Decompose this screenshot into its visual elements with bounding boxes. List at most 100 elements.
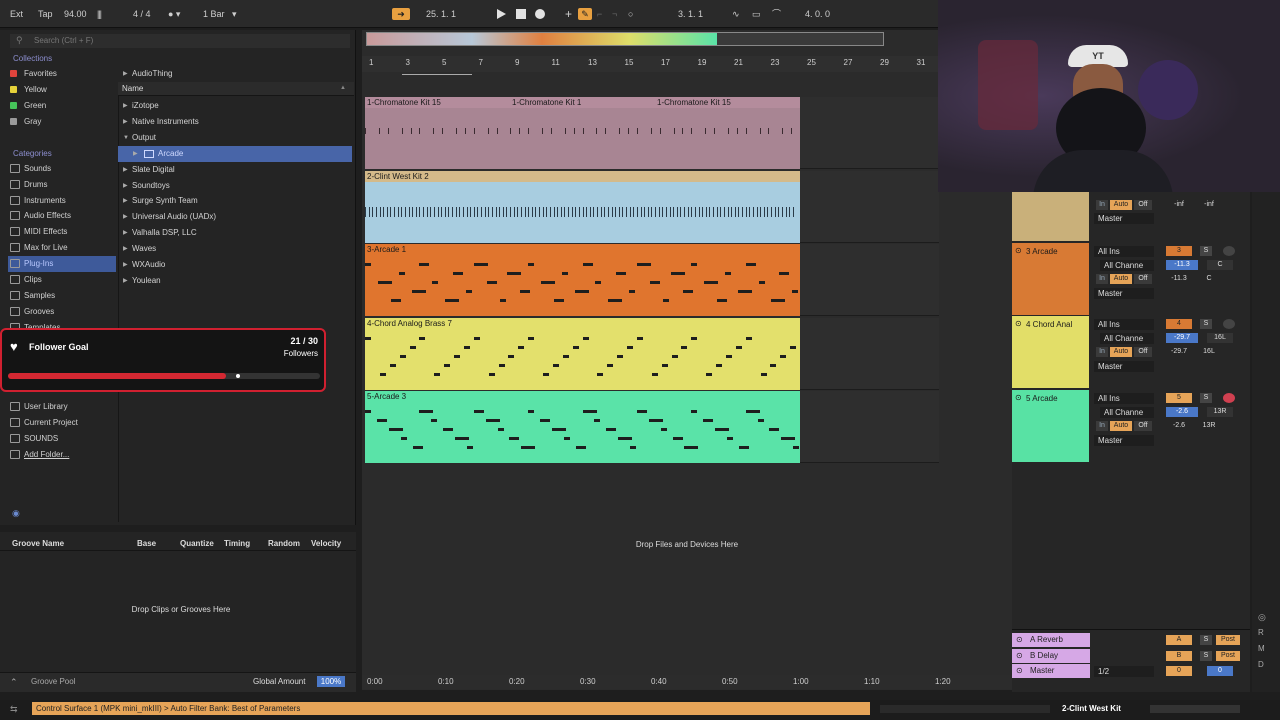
browser-item-output[interactable]: ▼ Output [118, 130, 352, 146]
category-midi-effects[interactable]: MIDI Effects [8, 224, 116, 240]
timing-column[interactable]: Timing [224, 539, 250, 548]
browser-item-slate-digital[interactable]: ▶ Slate Digital [118, 162, 352, 178]
output-select[interactable]: Master [1094, 435, 1154, 446]
loop-brace[interactable] [402, 74, 472, 80]
monitor-auto-button[interactable]: Auto [1110, 274, 1132, 284]
global-amount-value[interactable]: 100% [317, 676, 345, 687]
follow-arrow-icon[interactable]: ➜ [392, 8, 410, 20]
time-ruler[interactable]: 0:00 0:10 0:20 0:30 0:40 0:50 1:00 1:10 1:20 [362, 675, 1012, 689]
category-grooves[interactable]: Grooves [8, 304, 116, 320]
monitor-off-button[interactable]: Off [1134, 200, 1152, 210]
category-plug-ins[interactable]: Plug-Ins [8, 256, 116, 272]
loop-length-field[interactable]: 4. 0. 0 [805, 0, 830, 28]
beat-ruler[interactable]: 1 3 5 7 9 11 13 15 17 19 21 23 25 27 29 31 [362, 56, 938, 72]
loop-start-field[interactable]: 3. 1. 1 [678, 0, 703, 28]
solo-button[interactable]: S [1200, 246, 1212, 256]
category-samples[interactable]: Samples [8, 288, 116, 304]
browser-item-izotope[interactable]: ▶ iZotope [118, 98, 352, 114]
output-select[interactable]: Master [1094, 288, 1154, 299]
collection-green[interactable]: Green [8, 98, 116, 114]
loop-icon[interactable]: ○ [628, 0, 633, 28]
mixer-track-name[interactable] [1012, 192, 1089, 241]
arm-button[interactable] [1223, 246, 1235, 256]
arrangement-clip[interactable]: 4-Chord Analog Brass 7 [365, 318, 800, 390]
category-audio-effects[interactable]: Audio Effects [8, 208, 116, 224]
return-b-solo[interactable]: S [1200, 651, 1212, 661]
groove-drop-zone[interactable]: Drop Clips or Grooves Here [0, 605, 362, 614]
velocity-column[interactable]: Velocity [311, 539, 341, 548]
random-column[interactable]: Random [268, 539, 300, 548]
punch-in-icon[interactable]: ⌐ [597, 0, 602, 28]
quantize-dropdown[interactable]: 1 Bar [203, 0, 225, 28]
pan-field[interactable]: 13R [1207, 407, 1233, 417]
input-type-select[interactable]: All Ins [1094, 393, 1154, 404]
track-pan-readout[interactable]: C [1194, 274, 1224, 284]
browser-item-universal-audio[interactable]: ▶ Universal Audio (UADx) [118, 209, 352, 225]
place-current-project[interactable]: Current Project [8, 415, 116, 431]
play-icon[interactable] [497, 9, 506, 19]
return-a-solo[interactable]: S [1200, 635, 1212, 645]
volume-field[interactable]: -11.3 [1166, 260, 1198, 270]
browser-item-native-instruments[interactable]: ▶ Native Instruments [118, 114, 352, 130]
browser-item-youlean[interactable]: ▶ Youlean [118, 273, 352, 289]
quantize-chevron-icon[interactable]: ▾ [232, 0, 237, 28]
collection-yellow[interactable]: Yellow [8, 82, 116, 98]
arrangement-clip[interactable]: 1-Chromatone Kit 15 1-Chromatone Kit 1 1-C… [365, 97, 800, 169]
punch-out-icon[interactable]: ¬ [612, 0, 617, 28]
category-drums[interactable]: Drums [8, 177, 116, 193]
io-icon[interactable]: ◎ [1258, 612, 1266, 623]
monitor-auto-button[interactable]: Auto [1110, 347, 1132, 357]
sort-arrow-icon[interactable]: ▲ [340, 85, 346, 91]
output-select[interactable]: Master [1094, 213, 1154, 224]
metronome-bars-icon[interactable]: ||| [97, 0, 102, 28]
record-icon[interactable] [535, 9, 545, 19]
return-b-letter[interactable]: B [1166, 651, 1192, 661]
arrangement-overview[interactable] [366, 32, 884, 46]
time-signature-field[interactable]: 4 / 4 [133, 0, 151, 28]
browser-item-valhalla[interactable]: ▶ Valhalla DSP, LLC [118, 225, 352, 241]
track-volume-readout[interactable]: -29.7 [1166, 347, 1192, 357]
collection-favorites[interactable]: Favorites [8, 66, 116, 82]
tempo-field[interactable]: 94.00 [64, 0, 87, 28]
place-user-library[interactable]: User Library [8, 399, 116, 415]
metronome-icon[interactable]: ● ▾ [168, 0, 180, 28]
monitor-auto-button[interactable]: Auto [1110, 421, 1132, 431]
volume-field[interactable]: -29.7 [1166, 333, 1198, 343]
master-volume[interactable]: 0 [1166, 666, 1192, 676]
pan-field[interactable]: C [1207, 260, 1233, 270]
name-column-header[interactable]: Name [118, 82, 354, 96]
arrangement-clip[interactable]: 3-Arcade 1 [365, 244, 800, 316]
track-activator[interactable]: 4 [1166, 319, 1192, 329]
monitor-off-button[interactable]: Off [1134, 421, 1152, 431]
input-channel-select[interactable]: All Channe [1100, 333, 1154, 344]
browser-item-waves[interactable]: ▶ Waves [118, 241, 352, 257]
quantize-column[interactable]: Quantize [180, 539, 214, 548]
browser-item-soundtoys[interactable]: ▶ Soundtoys [118, 178, 352, 194]
track-activator[interactable]: 3 [1166, 246, 1192, 256]
category-sounds[interactable]: Sounds [8, 161, 116, 177]
arrangement-clip[interactable]: 2-Clint West Kit 2 [365, 171, 800, 243]
pan-field[interactable]: 16L [1207, 333, 1233, 343]
input-channel-select[interactable]: All Channe [1100, 260, 1154, 271]
ext-sync-button[interactable]: Ext [10, 0, 23, 28]
master-cue-select[interactable]: 1/2 [1094, 666, 1154, 677]
add-icon[interactable]: + [565, 0, 572, 28]
mixer-track-name[interactable]: ⊙ 5 Arcade [1012, 390, 1089, 462]
groove-toggle-icon[interactable]: ⌃ [10, 677, 18, 688]
track-volume-readout[interactable]: -2.6 [1166, 421, 1192, 431]
input-type-select[interactable]: All Ins [1094, 319, 1154, 330]
monitor-off-button[interactable]: Off [1134, 274, 1152, 284]
clip-header[interactable]: 2-Clint West Kit 2 [365, 171, 800, 182]
browser-item-wxaudio[interactable]: ▶ WXAudio [118, 257, 352, 273]
category-clips[interactable]: Clips [8, 272, 116, 288]
solo-button[interactable]: S [1200, 393, 1212, 403]
automation-curve-icon[interactable]: ∿ [732, 0, 740, 28]
volume-field[interactable]: -2.6 [1166, 407, 1198, 417]
preview-icon[interactable]: ◉ [12, 508, 20, 519]
browser-item-audiothing[interactable]: ▶ AudioThing [118, 66, 352, 82]
track-volume-readout[interactable]: -11.3 [1166, 274, 1192, 284]
monitor-in-button[interactable]: In [1096, 347, 1108, 357]
fold-icon[interactable]: ⊙ [1015, 393, 1022, 402]
mixer-track-name[interactable]: ⊙ 3 Arcade [1012, 243, 1089, 315]
monitor-off-button[interactable]: Off [1134, 347, 1152, 357]
